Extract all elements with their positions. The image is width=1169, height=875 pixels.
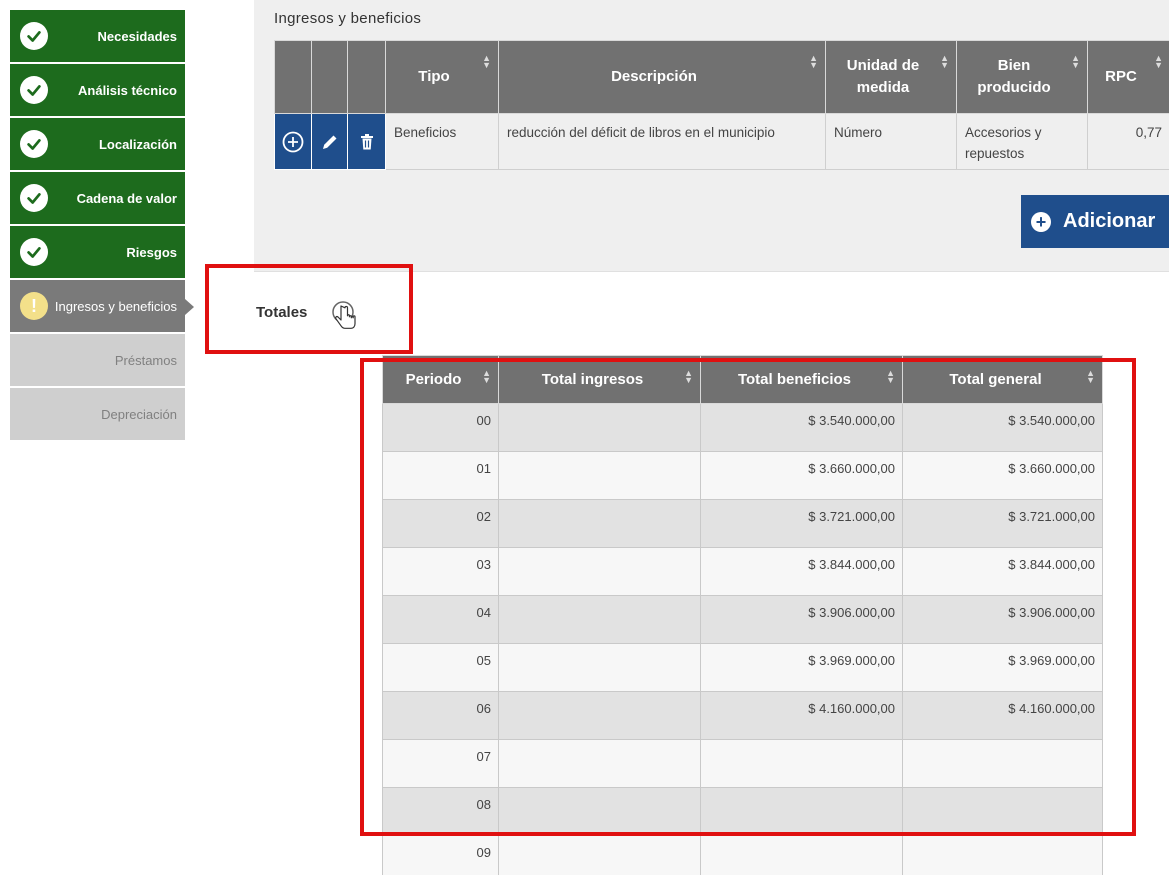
header-label: RPC <box>1105 68 1137 85</box>
cell-bien: Accesorios y repuestos <box>956 113 1088 170</box>
trash-icon <box>360 133 373 149</box>
adicionar-label: Adicionar <box>1063 210 1156 232</box>
action-header <box>274 40 312 114</box>
cell-tipo: Beneficios <box>385 113 499 170</box>
highlight-box-totales <box>205 264 413 354</box>
check-icon <box>20 22 48 50</box>
col-header-rpc[interactable]: RPC ▲ ▼ <box>1087 40 1169 114</box>
step-necesidades[interactable]: Necesidades <box>10 10 185 62</box>
edit-row-button[interactable] <box>311 113 348 170</box>
step-label: Depreciación <box>101 406 177 422</box>
warning-icon: ! <box>20 292 48 320</box>
cell-total-beneficios <box>700 835 903 875</box>
sort-icon: ▲ ▼ <box>940 53 949 70</box>
step-ingresos-y-beneficios[interactable]: ! Ingresos y beneficios <box>10 280 194 332</box>
step-label: Cadena de valor <box>76 190 177 206</box>
step-riesgos[interactable]: Riesgos <box>10 226 185 278</box>
ingresos-table: Tipo ▲ ▼ Descripción ▲ ▼ Unidad de medida ▲ ▼ … <box>274 40 1169 170</box>
action-header <box>347 40 386 114</box>
delete-row-button[interactable] <box>347 113 386 170</box>
header-label: Bien producido <box>977 57 1051 96</box>
step-prestamos[interactable]: Préstamos <box>10 334 185 386</box>
cell-periodo: 09 <box>382 835 499 875</box>
col-header-tipo[interactable]: Tipo ▲ ▼ <box>385 40 499 114</box>
check-icon <box>20 184 48 212</box>
cell-total-general <box>902 835 1103 875</box>
col-header-bien[interactable]: Bien producido ▲ ▼ <box>956 40 1088 114</box>
check-icon <box>20 238 48 266</box>
highlight-box-table <box>360 358 1136 836</box>
col-header-unidad[interactable]: Unidad de medida ▲ ▼ <box>825 40 957 114</box>
cell-rpc: 0,77 <box>1087 113 1169 170</box>
step-label: Riesgos <box>126 244 177 260</box>
cell-total-ingresos <box>498 835 701 875</box>
step-label: Localización <box>98 136 177 152</box>
sort-icon: ▲ ▼ <box>1154 53 1163 70</box>
section-title: Ingresos y beneficios <box>274 10 422 27</box>
step-analisis-tecnico[interactable]: Análisis técnico <box>10 64 185 116</box>
table-row: 09 <box>382 835 1103 875</box>
step-label: Préstamos <box>114 352 177 368</box>
step-label: Necesidades <box>97 28 178 44</box>
table-row: Beneficios reducción del déficit de libr… <box>274 113 1169 170</box>
action-header <box>311 40 348 114</box>
wizard-sidebar: Necesidades Análisis técnico Localizació… <box>10 10 194 442</box>
header-label: Unidad de medida <box>846 57 920 96</box>
check-icon <box>20 130 48 158</box>
adicionar-button[interactable]: + Adicionar <box>1021 195 1169 248</box>
check-icon <box>20 76 48 104</box>
step-label: Análisis técnico <box>78 82 177 98</box>
step-label: Ingresos y beneficios <box>54 298 177 314</box>
ingresos-beneficios-panel: Ingresos y beneficios Tipo ▲ ▼ Descripción… <box>254 0 1169 272</box>
pencil-icon <box>322 135 336 149</box>
header-label: Tipo <box>418 68 450 85</box>
add-row-button[interactable] <box>274 113 312 170</box>
sort-icon: ▲ ▼ <box>809 53 818 70</box>
header-label: Descripción <box>611 68 697 85</box>
sort-icon: ▲ ▼ <box>1071 53 1080 70</box>
col-header-descripcion[interactable]: Descripción ▲ ▼ <box>498 40 826 114</box>
cell-descripcion: reducción del déficit de libros en el mu… <box>498 113 826 170</box>
step-depreciacion[interactable]: Depreciación <box>10 388 185 440</box>
sort-icon: ▲ ▼ <box>482 53 491 70</box>
step-localizacion[interactable]: Localización <box>10 118 185 170</box>
step-cadena-de-valor[interactable]: Cadena de valor <box>10 172 185 224</box>
cell-unidad: Número <box>825 113 957 170</box>
plus-icon: + <box>1031 211 1051 232</box>
plus-circle-icon <box>282 131 304 152</box>
